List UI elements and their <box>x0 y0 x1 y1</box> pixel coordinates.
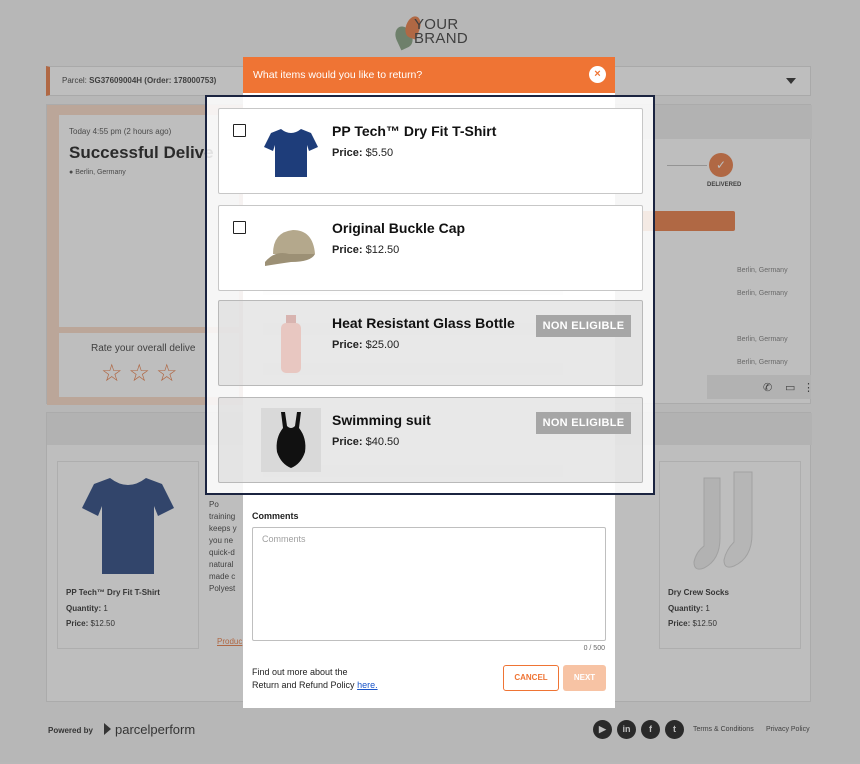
refund-policy-link[interactable]: here. <box>357 680 378 690</box>
item-price: $25.00 <box>365 339 400 351</box>
cap-icon <box>265 230 315 266</box>
item-name: Swimming suit <box>332 412 431 428</box>
comments-input[interactable] <box>252 527 606 641</box>
item-price: $5.50 <box>365 147 394 159</box>
item-checkbox[interactable] <box>233 124 246 137</box>
non-eligible-badge: NON ELIGIBLE <box>536 412 631 434</box>
modal-title: What items would you like to return? <box>253 69 423 81</box>
next-button[interactable]: NEXT <box>563 665 606 691</box>
bottle-icon <box>281 315 301 373</box>
non-eligible-badge: NON ELIGIBLE <box>536 315 631 337</box>
return-item[interactable]: Original Buckle Cap Price: $12.50 <box>218 205 643 291</box>
tshirt-icon <box>264 129 318 177</box>
swimsuit-icon <box>261 408 321 472</box>
refund-policy-note: Find out more about the Return and Refun… <box>252 667 378 690</box>
return-item: Heat Resistant Glass Bottle Price: $25.0… <box>218 300 643 386</box>
return-item[interactable]: PP Tech™ Dry Fit T-Shirt Price: $5.50 <box>218 108 643 194</box>
item-price: $40.50 <box>365 436 400 448</box>
close-icon[interactable]: × <box>589 66 606 83</box>
return-item: Swimming suit Price: $40.50 NON ELIGIBLE <box>218 397 643 483</box>
item-name: Heat Resistant Glass Bottle <box>332 315 515 331</box>
comments-counter: 0 / 500 <box>583 645 605 652</box>
item-selection-panel: PP Tech™ Dry Fit T-Shirt Price: $5.50 Or… <box>205 95 655 495</box>
item-name: PP Tech™ Dry Fit T-Shirt <box>332 123 497 139</box>
modal-header: What items would you like to return? × <box>243 57 615 93</box>
item-price: $12.50 <box>365 244 400 256</box>
comments-label: Comments <box>252 511 299 521</box>
item-name: Original Buckle Cap <box>332 220 466 236</box>
cancel-button[interactable]: CANCEL <box>503 665 559 691</box>
item-checkbox[interactable] <box>233 221 246 234</box>
